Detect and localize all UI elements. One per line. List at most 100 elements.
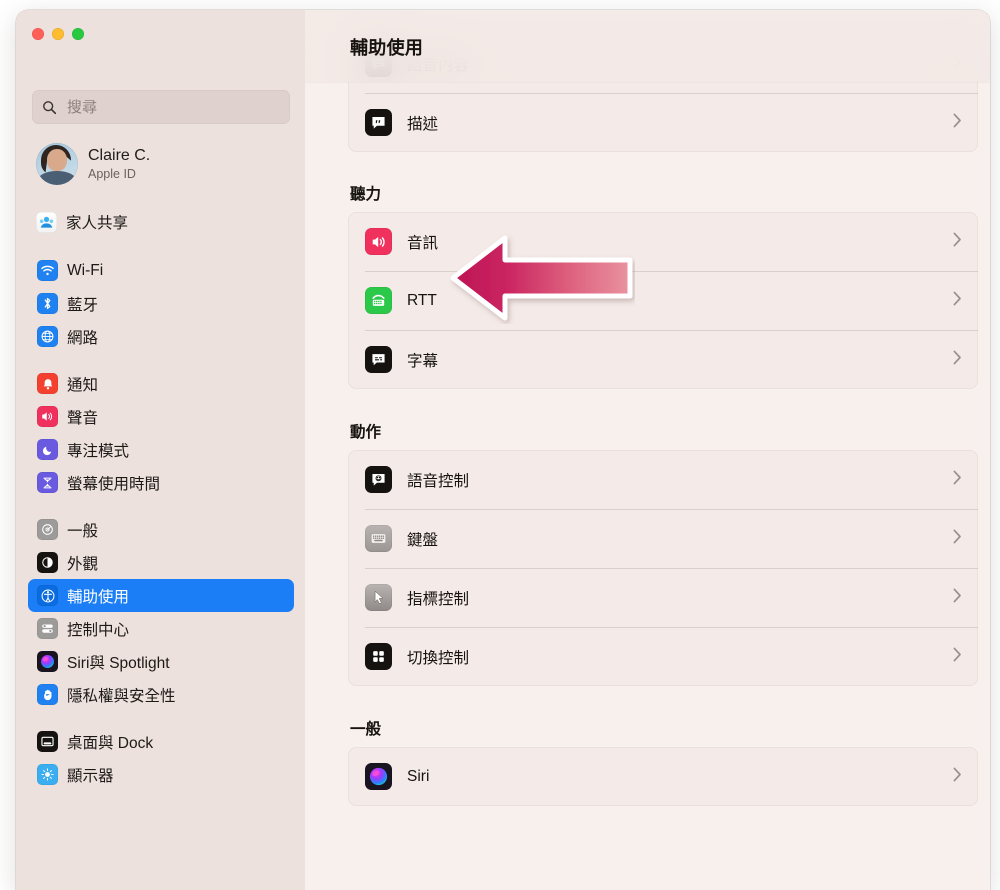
sidebar-item-label: 桌面與 Dock: [67, 734, 154, 752]
content-header: 輔助使用: [305, 10, 990, 82]
system-settings-window: Claire C. Apple ID 家人共享: [16, 10, 990, 890]
settings-row-pointer-control[interactable]: 指標控制: [348, 568, 978, 627]
section-card-general: Siri: [348, 747, 978, 806]
privacy-hand-icon: [37, 684, 58, 705]
section-card-motor: 語音控制 鍵盤 指標控制 切換控制: [348, 450, 978, 686]
sidebar-item-control-center[interactable]: 控制中心: [28, 612, 294, 645]
sidebar-item-label: 一般: [67, 522, 99, 540]
chevron-right-icon: [953, 232, 962, 252]
sidebar-item-screen-time[interactable]: 螢幕使用時間: [28, 466, 294, 499]
chevron-right-icon: [953, 767, 962, 787]
sidebar-item-displays[interactable]: 顯示器: [28, 758, 294, 791]
audio-icon: [365, 228, 392, 255]
sidebar-item-bluetooth[interactable]: 藍牙: [28, 287, 294, 320]
avatar: [36, 143, 78, 185]
chevron-right-icon: [953, 529, 962, 549]
settings-row-captions[interactable]: 字幕: [348, 330, 978, 389]
settings-row-label: Siri: [407, 767, 430, 785]
sidebar-group-network: Wi-Fi 藍牙 網路: [28, 254, 294, 353]
sidebar-item-general[interactable]: 一般: [28, 513, 294, 546]
sidebar-item-label: 控制中心: [67, 621, 130, 639]
sidebar-group-desktop: 桌面與 Dock 顯示器: [28, 725, 294, 791]
settings-row-descriptions[interactable]: 描述: [348, 93, 978, 152]
general-gear-icon: [37, 519, 58, 540]
sidebar-item-label: 家人共享: [66, 215, 129, 232]
accessibility-icon: [37, 585, 58, 606]
settings-row-audio[interactable]: 音訊: [348, 212, 978, 271]
sidebar-item-label: 輔助使用: [67, 588, 130, 606]
sidebar-item-network[interactable]: 網路: [28, 320, 294, 353]
page-title: 輔助使用: [350, 38, 424, 58]
sidebar-item-label: 專注模式: [67, 442, 130, 460]
chevron-right-icon: [953, 588, 962, 608]
sidebar-item-desktop-dock[interactable]: 桌面與 Dock: [28, 725, 294, 758]
sidebar-item-appearance[interactable]: 外觀: [28, 546, 294, 579]
switch-control-icon: [365, 643, 392, 670]
settings-row-siri[interactable]: Siri: [348, 747, 978, 806]
sidebar-item-label: 螢幕使用時間: [67, 475, 161, 493]
settings-row-label: 切換控制: [407, 649, 470, 667]
notifications-icon: [37, 373, 58, 394]
search-icon: [43, 100, 57, 114]
settings-row-keyboard[interactable]: 鍵盤: [348, 509, 978, 568]
sidebar-item-wifi[interactable]: Wi-Fi: [28, 254, 294, 287]
settings-row-voice-control[interactable]: 語音控制: [348, 450, 978, 509]
family-sharing-icon: [36, 211, 57, 233]
sidebar-item-family-sharing[interactable]: 家人共享: [28, 206, 294, 238]
search-input[interactable]: [65, 97, 280, 117]
sidebar-item-notifications[interactable]: 通知: [28, 367, 294, 400]
sidebar-item-label: 通知: [67, 376, 99, 394]
settings-row-label: 字幕: [407, 352, 439, 370]
settings-row-label: 指標控制: [407, 590, 470, 608]
pointer-control-icon: [365, 584, 392, 611]
settings-row-label: 鍵盤: [407, 531, 439, 549]
voice-control-icon: [365, 466, 392, 493]
close-button[interactable]: [32, 28, 44, 40]
sidebar-item-accessibility[interactable]: 輔助使用: [28, 579, 294, 612]
section-title-hearing: 聽力: [350, 186, 382, 203]
sidebar-item-label: 外觀: [67, 555, 99, 573]
minimize-button[interactable]: [52, 28, 64, 40]
bluetooth-icon: [37, 293, 58, 314]
chevron-right-icon: [953, 647, 962, 667]
settings-scroll-area[interactable]: 語音內容 描述: [305, 10, 990, 866]
search-field[interactable]: [32, 90, 290, 124]
chevron-right-icon: [953, 113, 962, 133]
sidebar-item-siri-spotlight[interactable]: Siri與 Spotlight: [28, 645, 294, 678]
settings-row-label: RTT: [407, 291, 437, 309]
rtt-icon: [365, 287, 392, 314]
settings-row-label: 語音控制: [407, 472, 470, 490]
sidebar-item-sound[interactable]: 聲音: [28, 400, 294, 433]
chevron-right-icon: [953, 470, 962, 490]
displays-icon: [37, 764, 58, 785]
sidebar-item-label: 顯示器: [67, 767, 114, 785]
account-name: Claire C.: [88, 146, 151, 164]
sidebar-item-label: 藍牙: [67, 296, 99, 314]
keyboard-icon: [365, 525, 392, 552]
section-title-motor: 動作: [350, 424, 382, 441]
sidebar-item-privacy-security[interactable]: 隱私權與安全性: [28, 678, 294, 711]
traffic-light-buttons: [32, 28, 84, 40]
siri-icon: [365, 763, 392, 790]
chevron-right-icon: [953, 350, 962, 370]
sidebar-nav: Wi-Fi 藍牙 網路 通知 聲音 專注模式 螢幕使用時間 一般 外觀 輔助使用…: [28, 254, 294, 805]
section-title-general: 一般: [350, 721, 382, 738]
desktop-dock-icon: [37, 731, 58, 752]
section-card-hearing: 音訊 RTT 字幕: [348, 212, 978, 389]
sound-icon: [37, 406, 58, 427]
apple-id-account-row[interactable]: Claire C. Apple ID: [28, 136, 294, 192]
appearance-icon: [37, 552, 58, 573]
captions-icon: [365, 346, 392, 373]
sidebar-item-label: Wi-Fi: [67, 261, 104, 279]
settings-row-rtt[interactable]: RTT: [348, 271, 978, 330]
sidebar-item-label: 網路: [67, 329, 99, 347]
zoom-button[interactable]: [72, 28, 84, 40]
sidebar-item-focus[interactable]: 專注模式: [28, 433, 294, 466]
settings-row-label: 音訊: [407, 234, 439, 252]
sidebar-group-personal: 一般 外觀 輔助使用 控制中心 Siri與 Spotlight 隱私權與安全性: [28, 513, 294, 711]
settings-row-switch-control[interactable]: 切換控制: [348, 627, 978, 686]
control-center-icon: [37, 618, 58, 639]
sidebar-item-label: Siri與 Spotlight: [67, 654, 170, 672]
main-content: 語音內容 描述: [305, 10, 990, 890]
settings-row-label: 描述: [407, 115, 439, 133]
